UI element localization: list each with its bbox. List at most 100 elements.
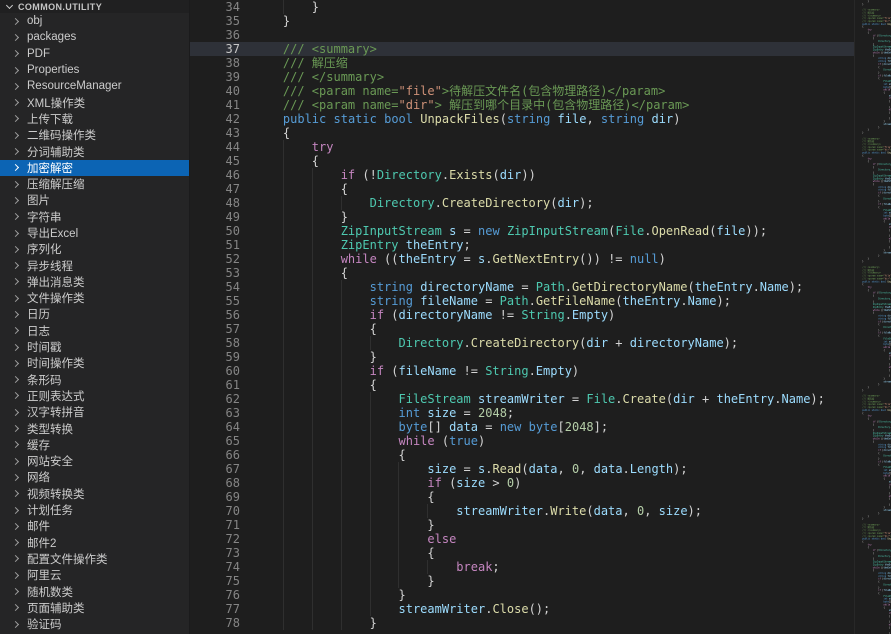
code-line[interactable]: 51 ZipEntry theEntry;: [190, 238, 854, 252]
tree-item[interactable]: 网络: [0, 469, 189, 485]
line-number[interactable]: 71: [190, 518, 248, 532]
code-line[interactable]: 76 }: [190, 588, 854, 602]
line-number[interactable]: 54: [190, 280, 248, 294]
code-line[interactable]: 41 /// <param name="dir"> 解压到哪个目录中(包含物理路…: [190, 98, 854, 112]
line-number[interactable]: 67: [190, 462, 248, 476]
code-line[interactable]: 57 {: [190, 322, 854, 336]
code-line[interactable]: 49 }: [190, 210, 854, 224]
code-line[interactable]: 63 int size = 2048;: [190, 406, 854, 420]
line-number[interactable]: 37: [190, 42, 248, 56]
tree-item[interactable]: 时间戳: [0, 339, 189, 355]
code-line[interactable]: 48 Directory.CreateDirectory(dir);: [190, 196, 854, 210]
line-number[interactable]: 70: [190, 504, 248, 518]
tree-item[interactable]: 正则表达式: [0, 388, 189, 404]
line-number[interactable]: 40: [190, 84, 248, 98]
code-line[interactable]: 50 ZipInputStream s = new ZipInputStream…: [190, 224, 854, 238]
line-number[interactable]: 52: [190, 252, 248, 266]
tree-item[interactable]: Properties: [0, 62, 189, 78]
code-line[interactable]: 68 if (size > 0): [190, 476, 854, 490]
explorer-section-header[interactable]: COMMON.UTILITY: [0, 0, 189, 13]
line-number[interactable]: 74: [190, 560, 248, 574]
line-number[interactable]: 56: [190, 308, 248, 322]
line-number[interactable]: 62: [190, 392, 248, 406]
code-line[interactable]: 37 /// <summary>: [190, 42, 854, 56]
line-number[interactable]: 69: [190, 490, 248, 504]
line-number[interactable]: 41: [190, 98, 248, 112]
tree-item[interactable]: 类型转换: [0, 420, 189, 436]
code-line[interactable]: 53 {: [190, 266, 854, 280]
line-number[interactable]: 64: [190, 420, 248, 434]
code-line[interactable]: 70 streamWriter.Write(data, 0, size);: [190, 504, 854, 518]
code-line[interactable]: 39 /// </summary>: [190, 70, 854, 84]
line-number[interactable]: 59: [190, 350, 248, 364]
line-number[interactable]: 45: [190, 154, 248, 168]
line-number[interactable]: 68: [190, 476, 248, 490]
code-line[interactable]: 40 /// <param name="file">待解压文件名(包含物理路径)…: [190, 84, 854, 98]
code-line[interactable]: 73 {: [190, 546, 854, 560]
code-line[interactable]: 74 break;: [190, 560, 854, 574]
tree-item[interactable]: obj: [0, 13, 189, 29]
line-number[interactable]: 58: [190, 336, 248, 350]
tree-item[interactable]: 时间操作类: [0, 355, 189, 371]
tree-item[interactable]: 异步线程: [0, 257, 189, 273]
tree-item[interactable]: 验证码: [0, 616, 189, 632]
tree-item[interactable]: 图片: [0, 192, 189, 208]
tree-item[interactable]: ResourceManager: [0, 78, 189, 94]
code-line[interactable]: 75 }: [190, 574, 854, 588]
code-line[interactable]: 60 if (fileName != String.Empty): [190, 364, 854, 378]
line-number[interactable]: 55: [190, 294, 248, 308]
line-number[interactable]: 34: [190, 0, 248, 14]
line-number[interactable]: 47: [190, 182, 248, 196]
line-number[interactable]: 66: [190, 448, 248, 462]
line-number[interactable]: 78: [190, 616, 248, 630]
tree-item[interactable]: 上传下载: [0, 111, 189, 127]
line-number[interactable]: 63: [190, 406, 248, 420]
code-line[interactable]: 54 string directoryName = Path.GetDirect…: [190, 280, 854, 294]
tree-item[interactable]: 配置文件操作类: [0, 551, 189, 567]
code-line[interactable]: 35 }: [190, 14, 854, 28]
tree-item[interactable]: 加密解密: [0, 160, 189, 176]
code-line[interactable]: 66 {: [190, 448, 854, 462]
line-number[interactable]: 76: [190, 588, 248, 602]
code-line[interactable]: 65 while (true): [190, 434, 854, 448]
line-number[interactable]: 51: [190, 238, 248, 252]
code-line[interactable]: 58 Directory.CreateDirectory(dir + direc…: [190, 336, 854, 350]
line-number[interactable]: 77: [190, 602, 248, 616]
code-line[interactable]: 77 streamWriter.Close();: [190, 602, 854, 616]
code-line[interactable]: 34 }: [190, 0, 854, 14]
tree-item[interactable]: 导出Excel: [0, 225, 189, 241]
code-line[interactable]: 42 public static bool UnpackFiles(string…: [190, 112, 854, 126]
tree-item[interactable]: 网站安全: [0, 453, 189, 469]
tree-item[interactable]: 邮件: [0, 518, 189, 534]
tree-item[interactable]: 缓存: [0, 437, 189, 453]
line-number[interactable]: 36: [190, 28, 248, 42]
code-line[interactable]: 46 if (!Directory.Exists(dir)): [190, 168, 854, 182]
minimap[interactable]: } } /// <summary> /// 解压缩 /// </summary>…: [854, 0, 891, 634]
code-line[interactable]: 43 {: [190, 126, 854, 140]
line-number[interactable]: 61: [190, 378, 248, 392]
line-number[interactable]: 75: [190, 574, 248, 588]
line-number[interactable]: 57: [190, 322, 248, 336]
code-line[interactable]: 36: [190, 28, 854, 42]
tree-item[interactable]: 日志: [0, 323, 189, 339]
tree-item[interactable]: PDF: [0, 46, 189, 62]
line-number[interactable]: 39: [190, 70, 248, 84]
tree-item[interactable]: 序列化: [0, 241, 189, 257]
tree-item[interactable]: 视频转换类: [0, 486, 189, 502]
line-number[interactable]: 42: [190, 112, 248, 126]
code-line[interactable]: 52 while ((theEntry = s.GetNextEntry()) …: [190, 252, 854, 266]
tree-item[interactable]: 阿里云: [0, 567, 189, 583]
code-line[interactable]: 78 }: [190, 616, 854, 630]
code-line[interactable]: 72 else: [190, 532, 854, 546]
tree-item[interactable]: 弹出消息类: [0, 274, 189, 290]
code-line[interactable]: 44 try: [190, 140, 854, 154]
code-line[interactable]: 59 }: [190, 350, 854, 364]
line-number[interactable]: 65: [190, 434, 248, 448]
code-line[interactable]: 55 string fileName = Path.GetFileName(th…: [190, 294, 854, 308]
code-line[interactable]: 47 {: [190, 182, 854, 196]
line-number[interactable]: 43: [190, 126, 248, 140]
tree-item[interactable]: 条形码: [0, 372, 189, 388]
tree-item[interactable]: 邮件2: [0, 535, 189, 551]
code-line[interactable]: 61 {: [190, 378, 854, 392]
tree-item[interactable]: 计划任务: [0, 502, 189, 518]
